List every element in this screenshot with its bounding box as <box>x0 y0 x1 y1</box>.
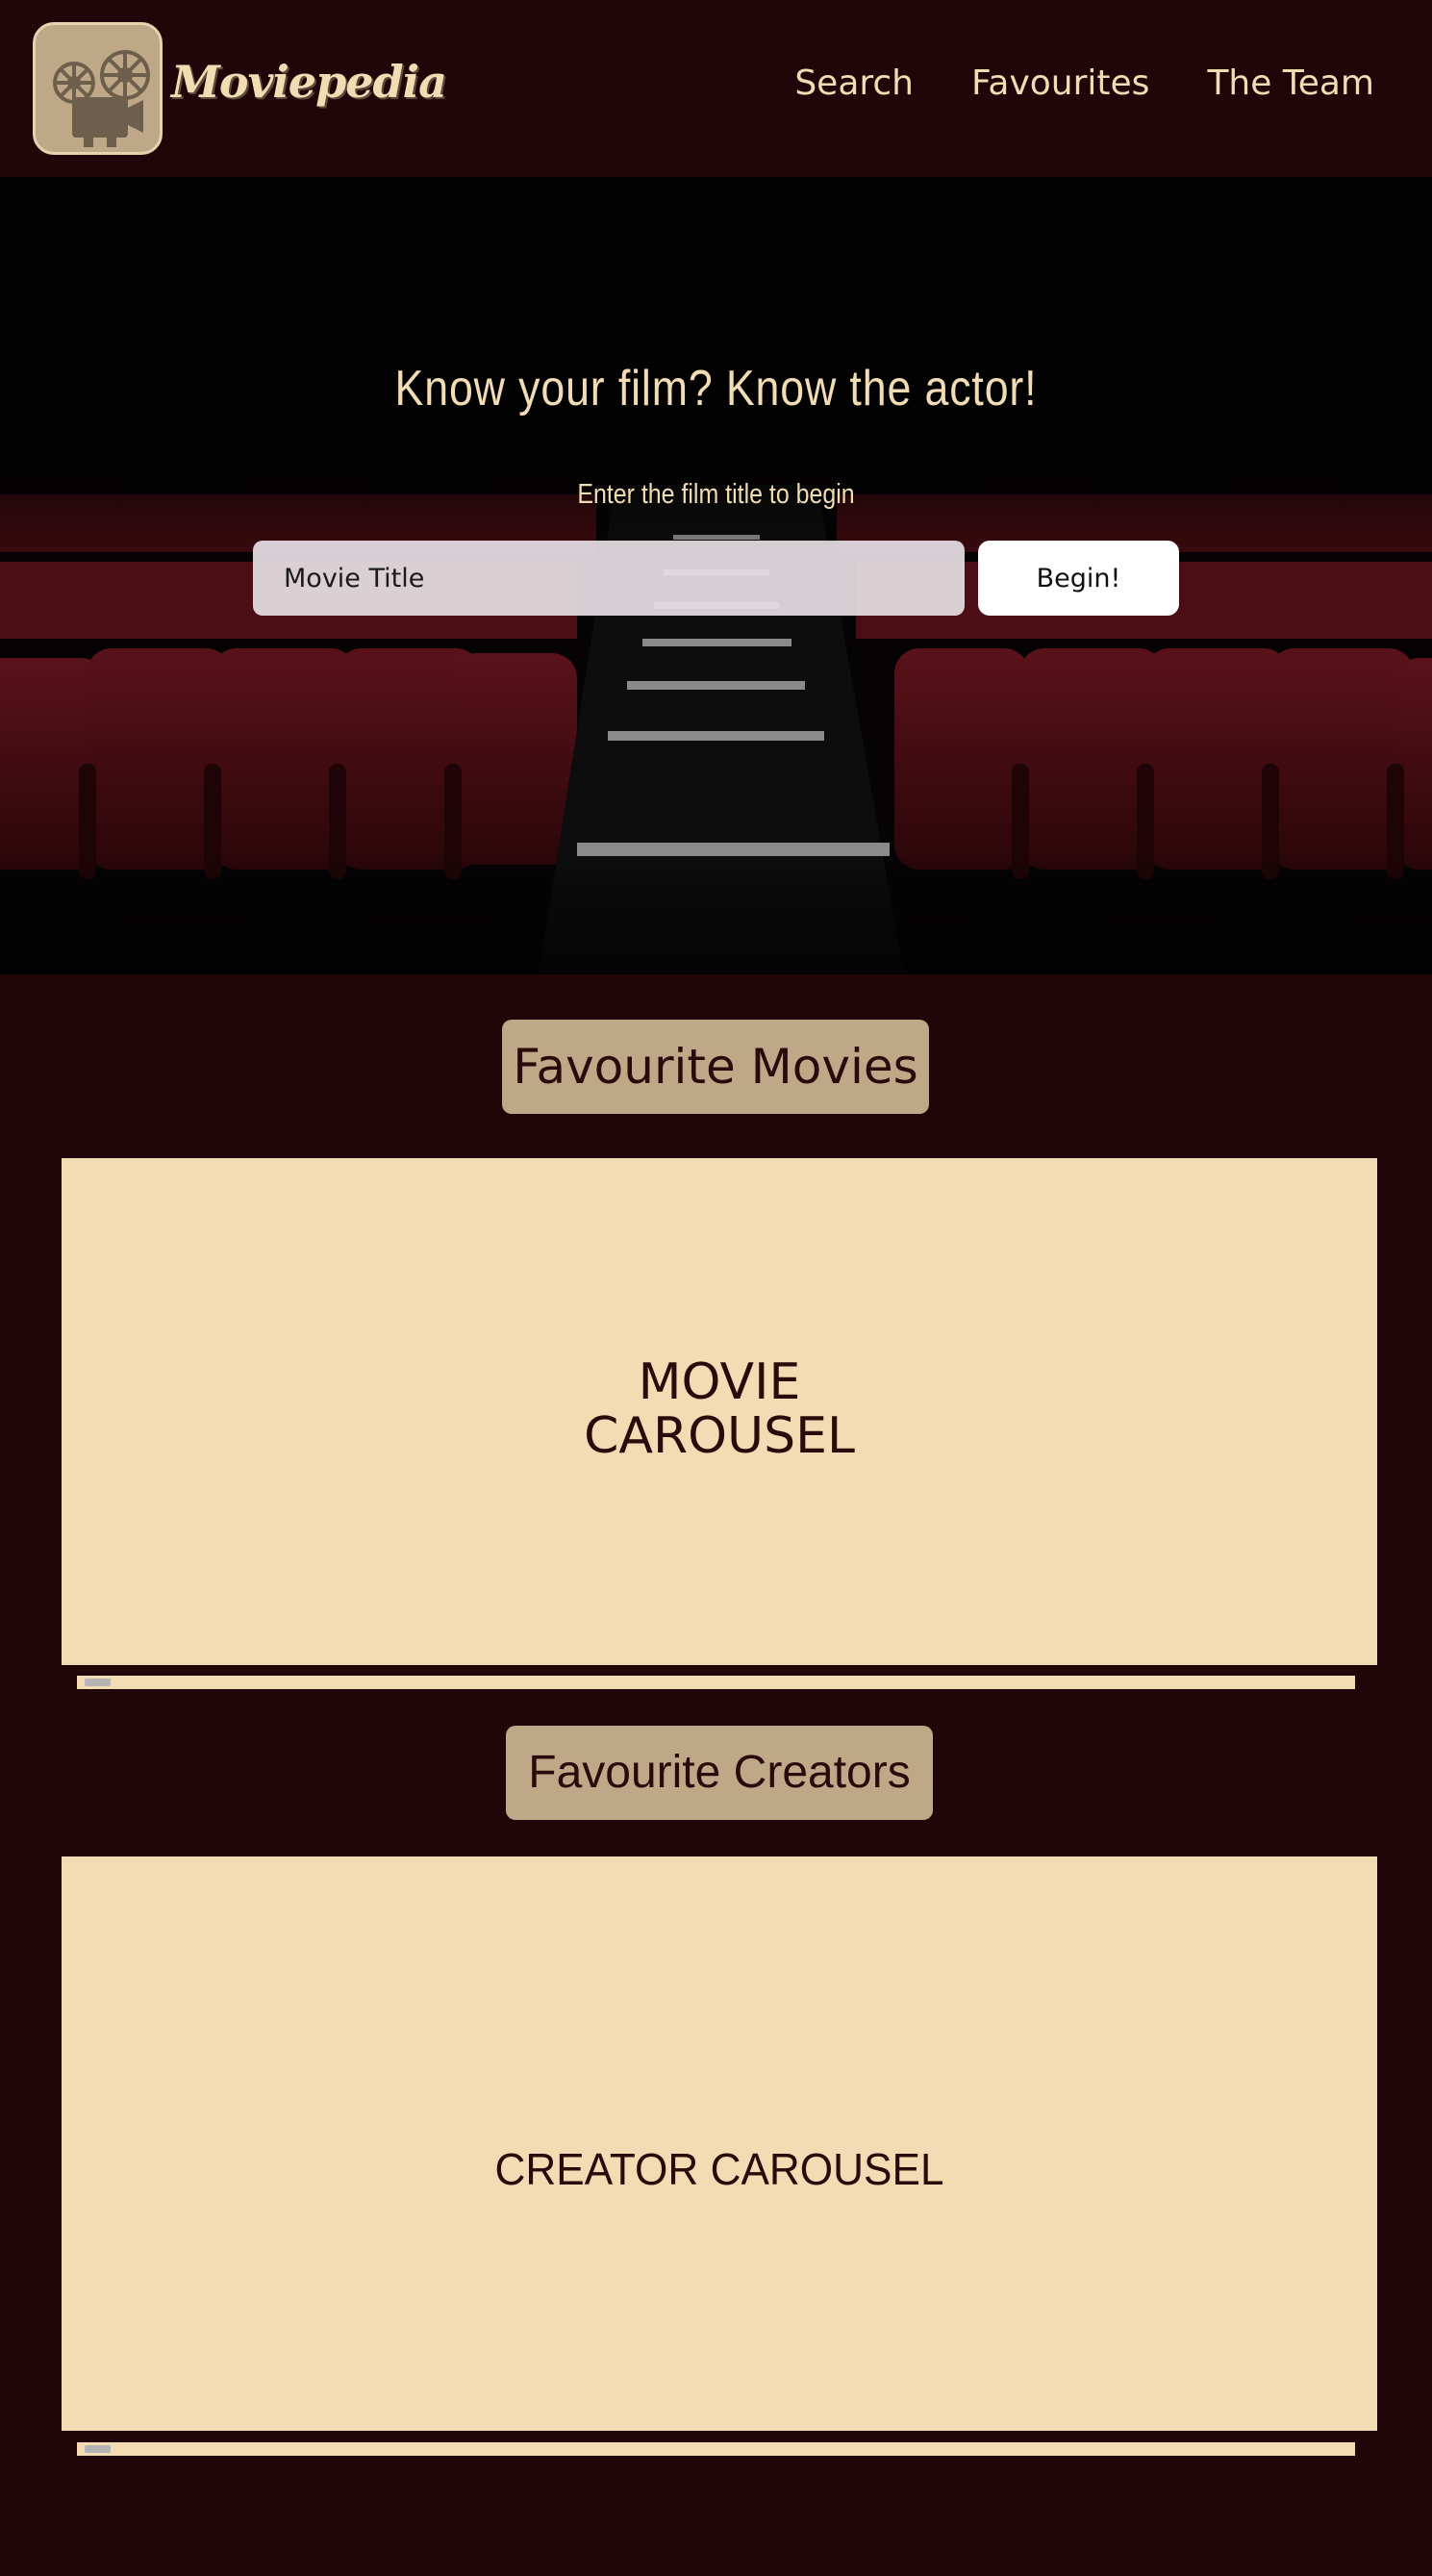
logo[interactable] <box>33 22 163 155</box>
favourite-creators-heading: Favourite Creators <box>506 1726 933 1820</box>
hero-subtitle: Enter the film title to begin <box>577 479 855 510</box>
creator-carousel[interactable]: CREATOR CAROUSEL <box>62 1856 1377 2431</box>
movie-title-input[interactable] <box>253 541 965 616</box>
brand-name[interactable]: Moviepedia <box>171 56 447 108</box>
scrollbar-thumb[interactable] <box>85 1679 111 1686</box>
favourite-movies-heading: Favourite Movies <box>502 1020 929 1114</box>
begin-button[interactable]: Begin! <box>978 541 1179 616</box>
creator-carousel-scrollbar[interactable] <box>77 2442 1355 2456</box>
movie-carousel-label: MOVIE CAROUSEL <box>584 1353 855 1465</box>
nav-link-search[interactable]: Search <box>794 63 914 103</box>
nav-link-the-team[interactable]: The Team <box>1207 63 1374 103</box>
nav-links: Search Favourites The Team <box>794 63 1374 103</box>
creator-carousel-label: CREATOR CAROUSEL <box>494 2144 944 2194</box>
movie-carousel-scrollbar[interactable] <box>77 1676 1355 1689</box>
movie-carousel[interactable]: MOVIE CAROUSEL <box>62 1158 1377 1665</box>
film-projector-icon <box>53 50 150 147</box>
scrollbar-thumb[interactable] <box>85 2445 111 2453</box>
hero-section: Know your film? Know the actor! Enter th… <box>0 177 1432 974</box>
navbar: Moviepedia Search Favourites The Team <box>0 0 1432 177</box>
nav-link-favourites[interactable]: Favourites <box>971 63 1149 103</box>
hero-title: Know your film? Know the actor! <box>394 361 1038 417</box>
